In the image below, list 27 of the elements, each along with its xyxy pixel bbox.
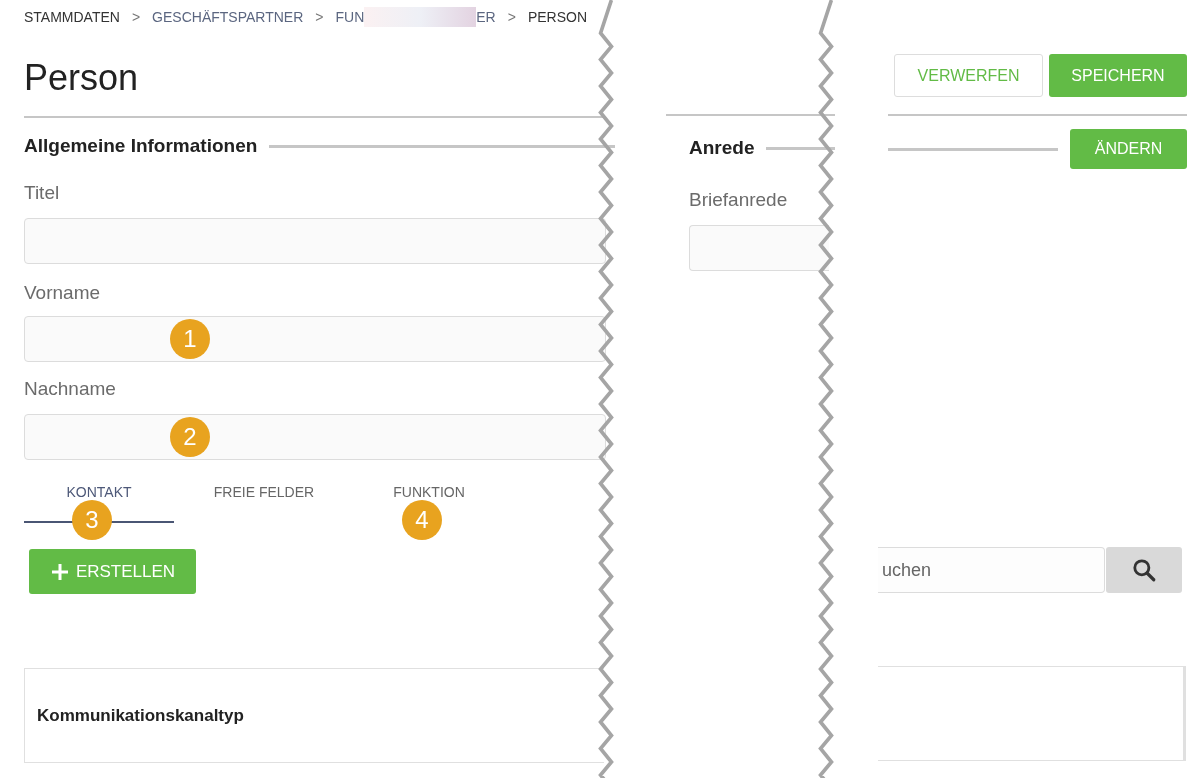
field-label: Vorname <box>24 281 102 305</box>
section-title: Allgemeine Informationen <box>24 135 258 157</box>
breadcrumb-link[interactable]: GESCHÄFTSPARTNER <box>152 9 304 25</box>
callout-badge: 4 <box>402 500 442 540</box>
breadcrumb-separator: > <box>315 9 324 25</box>
plus-icon <box>49 561 70 582</box>
field-label: Titel <box>24 181 61 205</box>
input-field[interactable] <box>689 225 829 271</box>
field-label: Nachname <box>24 377 117 401</box>
search-button[interactable] <box>1106 547 1182 593</box>
breadcrumb-separator: > <box>131 9 141 25</box>
breadcrumb-item[interactable]: PERSON <box>527 9 587 25</box>
input-field[interactable] <box>24 414 606 460</box>
breadcrumb-separator: > <box>507 9 516 25</box>
column-header: Kommunikationskanaltyp <box>37 705 244 726</box>
tab[interactable]: FREIE FELDER <box>189 478 339 523</box>
callout-badge: 3 <box>72 500 112 540</box>
input-field[interactable] <box>24 218 606 264</box>
page-title: Person <box>24 56 140 100</box>
breadcrumb-link[interactable]: ER <box>476 9 496 25</box>
breadcrumb-item[interactable]: STAMMDATEN <box>24 9 120 25</box>
section-title: Anrede <box>689 137 755 159</box>
breadcrumb-link[interactable]: FUN <box>335 9 365 25</box>
field-label: Briefanrede <box>688 188 789 212</box>
search-icon <box>1131 557 1157 583</box>
input-field[interactable] <box>24 316 606 362</box>
search-field[interactable]: uchen <box>878 547 1105 593</box>
